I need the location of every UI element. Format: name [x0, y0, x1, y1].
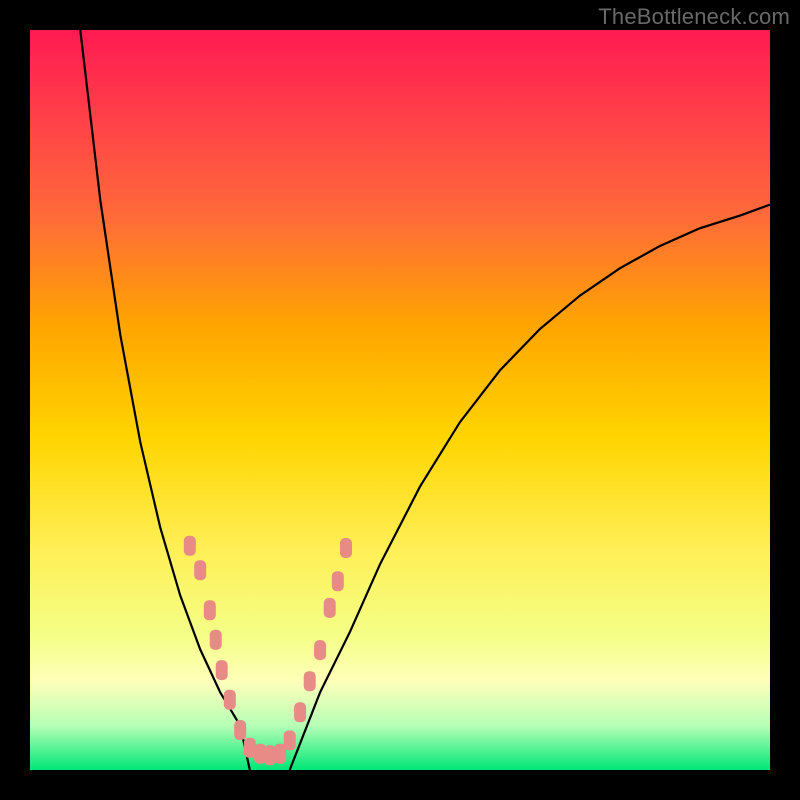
data-marker	[294, 702, 306, 722]
data-marker	[224, 690, 236, 710]
data-marker	[234, 720, 246, 740]
curve-right-rising-curve	[290, 205, 770, 770]
data-marker	[332, 571, 344, 591]
data-marker	[194, 560, 206, 580]
curve-layer	[30, 30, 770, 770]
data-marker	[184, 536, 196, 556]
curve-group	[80, 30, 770, 770]
data-marker	[284, 730, 296, 750]
data-marker	[204, 600, 216, 620]
data-marker	[314, 640, 326, 660]
watermark-text: TheBottleneck.com	[598, 4, 790, 30]
data-marker	[340, 538, 352, 558]
data-marker	[244, 738, 256, 758]
plot-area	[30, 30, 770, 770]
data-marker	[210, 630, 222, 650]
data-marker	[216, 660, 228, 680]
data-marker	[304, 671, 316, 691]
marker-group	[184, 536, 352, 765]
curve-left-falling-curve	[80, 30, 250, 770]
data-marker	[324, 598, 336, 618]
data-marker	[264, 745, 276, 765]
chart-root: TheBottleneck.com	[0, 0, 800, 800]
